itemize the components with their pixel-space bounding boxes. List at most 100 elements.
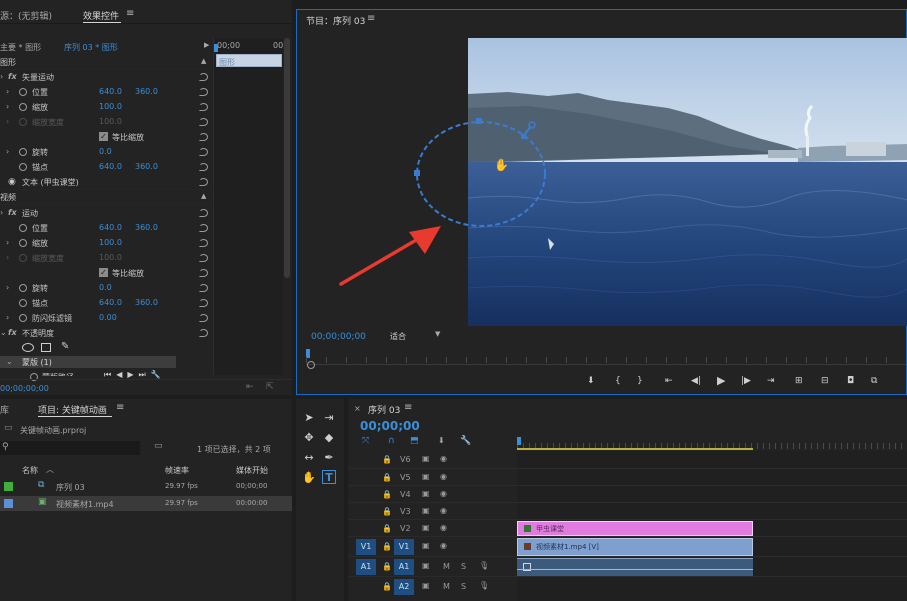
pen-tool-icon[interactable]: ✎ xyxy=(61,341,69,352)
close-icon[interactable]: × xyxy=(354,404,361,413)
flicker-value[interactable]: 0.00 xyxy=(99,313,117,322)
playhead[interactable] xyxy=(517,437,521,445)
play-triangle-icon[interactable]: ▶ xyxy=(204,41,209,49)
stopwatch-icon[interactable] xyxy=(19,148,27,156)
nest-icon[interactable]: ⤧ xyxy=(362,436,369,446)
program-title[interactable]: 节目：序列 03 xyxy=(306,14,365,27)
reset-icon[interactable] xyxy=(199,148,208,156)
reset-icon[interactable] xyxy=(199,314,208,322)
microphone-icon[interactable]: 🎙 xyxy=(479,561,489,570)
text-layer-label[interactable]: 文本 (甲虫课堂) xyxy=(22,177,79,188)
stopwatch-icon[interactable] xyxy=(19,163,27,171)
ripple-edit-tool-icon[interactable]: ✥ xyxy=(302,431,316,445)
go-to-in-icon[interactable]: ⇤ xyxy=(665,376,673,386)
reset-icon[interactable] xyxy=(199,254,208,262)
reset-icon[interactable] xyxy=(199,73,208,81)
reset-icon[interactable] xyxy=(199,133,208,141)
reset-icon[interactable] xyxy=(199,163,208,171)
breadcrumb-sequence[interactable]: 序列 03 * 图形 xyxy=(64,42,118,53)
overwrite-icon[interactable]: ⊟ xyxy=(821,376,829,386)
stopwatch-icon[interactable] xyxy=(19,239,27,247)
track-label[interactable]: V1 xyxy=(394,539,414,555)
expand-icon[interactable]: › xyxy=(6,102,9,111)
scrollbar[interactable] xyxy=(284,38,290,278)
anchor-x-value[interactable]: 640.0 xyxy=(99,298,122,307)
expand-icon[interactable]: ⌄ xyxy=(0,328,7,337)
hamburger-menu-icon[interactable]: ≡ xyxy=(126,8,134,19)
eye-icon[interactable]: ◉ xyxy=(440,506,447,515)
export-icon[interactable]: ⇱ xyxy=(266,382,274,392)
search-input[interactable]: ⚲ xyxy=(0,441,140,455)
hamburger-menu-icon[interactable]: ≡ xyxy=(116,402,124,413)
step-forward-icon[interactable]: |▶ xyxy=(741,376,751,386)
lock-icon[interactable]: 🔒 xyxy=(382,542,392,551)
eye-icon[interactable]: ◉ xyxy=(440,541,447,550)
sync-icon[interactable]: ▣ xyxy=(422,506,430,515)
timeline-timecode[interactable]: 00;00;00 xyxy=(360,419,420,433)
sync-icon[interactable]: ▣ xyxy=(422,561,430,570)
track-label[interactable]: V6 xyxy=(400,455,411,464)
tab-effect-controls[interactable]: 效果控件 xyxy=(83,9,119,22)
eye-icon[interactable]: ◉ xyxy=(8,177,16,187)
stopwatch-icon[interactable] xyxy=(19,299,27,307)
camera-icon[interactable]: ◘ xyxy=(847,376,854,386)
reset-icon[interactable] xyxy=(199,209,208,217)
marker-icon[interactable]: ⬇ xyxy=(587,376,595,386)
hamburger-menu-icon[interactable]: ≡ xyxy=(367,13,375,24)
expand-icon[interactable]: › xyxy=(6,87,9,96)
position-x-value[interactable]: 640.0 xyxy=(99,87,122,96)
go-to-out-icon[interactable]: ⇥ xyxy=(767,376,775,386)
uniform-scale-checkbox[interactable]: ✓ xyxy=(99,268,108,277)
stopwatch-icon[interactable] xyxy=(19,314,27,322)
hamburger-menu-icon[interactable]: ≡ xyxy=(404,402,412,413)
expand-icon[interactable]: ⌄ xyxy=(6,357,13,366)
track-label[interactable]: V5 xyxy=(400,473,411,482)
reset-icon[interactable] xyxy=(199,329,208,337)
stopwatch-icon[interactable] xyxy=(19,88,27,96)
stopwatch-icon[interactable] xyxy=(19,103,27,111)
rotation-value[interactable]: 0.0 xyxy=(99,283,112,292)
track-label[interactable]: V2 xyxy=(400,524,411,533)
reset-icon[interactable] xyxy=(199,88,208,96)
effect-timecode[interactable]: 00;00;00;00 xyxy=(0,384,49,393)
position-y-value[interactable]: 360.0 xyxy=(135,223,158,232)
compare-icon[interactable]: ⧉ xyxy=(871,376,877,386)
graphic-clip-bar[interactable]: 图形 xyxy=(216,54,282,67)
expand-icon[interactable]: › xyxy=(0,72,3,81)
solo-button[interactable]: S xyxy=(461,582,466,591)
position-y-value[interactable]: 360.0 xyxy=(135,87,158,96)
stopwatch-icon[interactable] xyxy=(19,224,27,232)
list-item[interactable]: ⧉ 序列 03 29.97 fps 00;00;00 xyxy=(0,479,292,494)
timeline-title[interactable]: 序列 03 xyxy=(368,403,400,416)
scrub-bar[interactable] xyxy=(306,349,906,365)
clip-a1[interactable] xyxy=(517,558,753,576)
clip-v1[interactable]: 视频素材1.mp4 [V] xyxy=(517,538,753,556)
expand-icon[interactable]: › xyxy=(6,147,9,156)
sync-icon[interactable]: ▣ xyxy=(422,454,430,463)
razor-tool-icon[interactable]: ◆ xyxy=(322,431,336,445)
playhead-marker[interactable] xyxy=(214,44,218,52)
track-lanes[interactable]: 甲虫课堂 视频素材1.mp4 [V] xyxy=(517,451,907,601)
sync-icon[interactable]: ▣ xyxy=(422,489,430,498)
sync-icon[interactable]: ▣ xyxy=(422,581,430,590)
add-marker-icon[interactable]: ⬇ xyxy=(438,436,445,445)
insert-icon[interactable]: ⊞ xyxy=(795,376,803,386)
list-item[interactable]: ▣ 视频素材1.mp4 29.97 fps 00:00:00 xyxy=(0,496,292,511)
rotation-value[interactable]: 0.0 xyxy=(99,147,112,156)
clip-v2[interactable]: 甲虫课堂 xyxy=(517,521,753,536)
stopwatch-icon[interactable] xyxy=(19,284,27,292)
expand-icon[interactable]: › xyxy=(6,238,9,247)
sync-icon[interactable]: ▣ xyxy=(422,523,430,532)
solo-button[interactable]: S xyxy=(461,562,466,571)
sort-up-icon[interactable]: ︿ xyxy=(46,464,54,475)
lock-icon[interactable]: 🔒 xyxy=(382,582,392,591)
track-select-tool-icon[interactable]: ⇥ xyxy=(322,411,336,425)
anchor-y-value[interactable]: 360.0 xyxy=(135,298,158,307)
expand-icon[interactable]: › xyxy=(0,208,3,217)
sync-icon[interactable]: ▣ xyxy=(422,472,430,481)
mark-in-icon[interactable]: { xyxy=(615,376,621,386)
reset-icon[interactable] xyxy=(199,103,208,111)
scale-value[interactable]: 100.0 xyxy=(99,238,122,247)
reset-icon[interactable] xyxy=(199,239,208,247)
expand-icon[interactable]: › xyxy=(6,283,9,292)
